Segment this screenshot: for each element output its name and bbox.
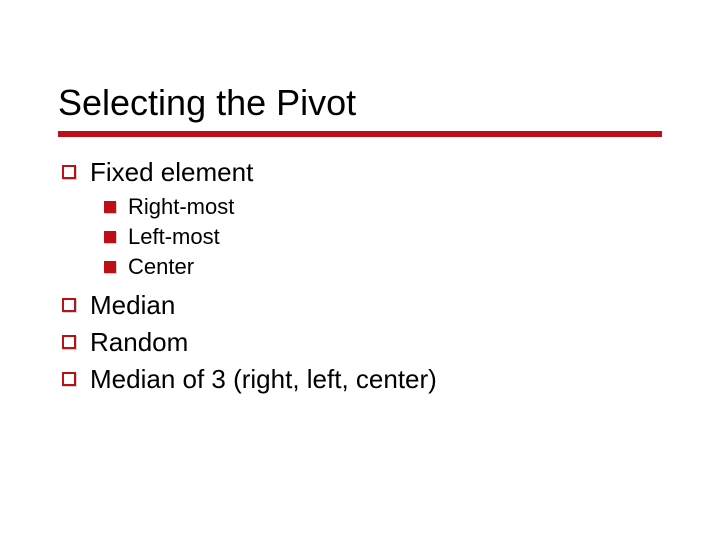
list-item: Median	[62, 288, 662, 323]
square-solid-icon	[104, 231, 116, 243]
list-item-label: Center	[128, 252, 194, 282]
square-outline-icon	[62, 372, 76, 386]
list-item: Random	[62, 325, 662, 360]
square-outline-icon	[62, 165, 76, 179]
list-item-label: Left-most	[128, 222, 220, 252]
list-item: Center	[104, 252, 662, 282]
square-solid-icon	[104, 201, 116, 213]
list-item-label: Median	[90, 288, 175, 323]
list-item-label: Median of 3 (right, left, center)	[90, 362, 437, 397]
list-item-label: Right-most	[128, 192, 234, 222]
list-item: Left-most	[104, 222, 662, 252]
slide: Selecting the Pivot Fixed element Right-…	[0, 0, 720, 540]
list-item: Right-most	[104, 192, 662, 222]
sub-list: Right-most Left-most Center	[104, 192, 662, 281]
title-underline	[58, 131, 662, 137]
list-item: Fixed element	[62, 155, 662, 190]
square-outline-icon	[62, 335, 76, 349]
list-item-label: Random	[90, 325, 188, 360]
square-outline-icon	[62, 298, 76, 312]
list-item-label: Fixed element	[90, 155, 253, 190]
content-list: Fixed element Right-most Left-most Cente…	[58, 155, 662, 396]
list-item: Median of 3 (right, left, center)	[62, 362, 662, 397]
square-solid-icon	[104, 261, 116, 273]
slide-title: Selecting the Pivot	[58, 82, 662, 123]
